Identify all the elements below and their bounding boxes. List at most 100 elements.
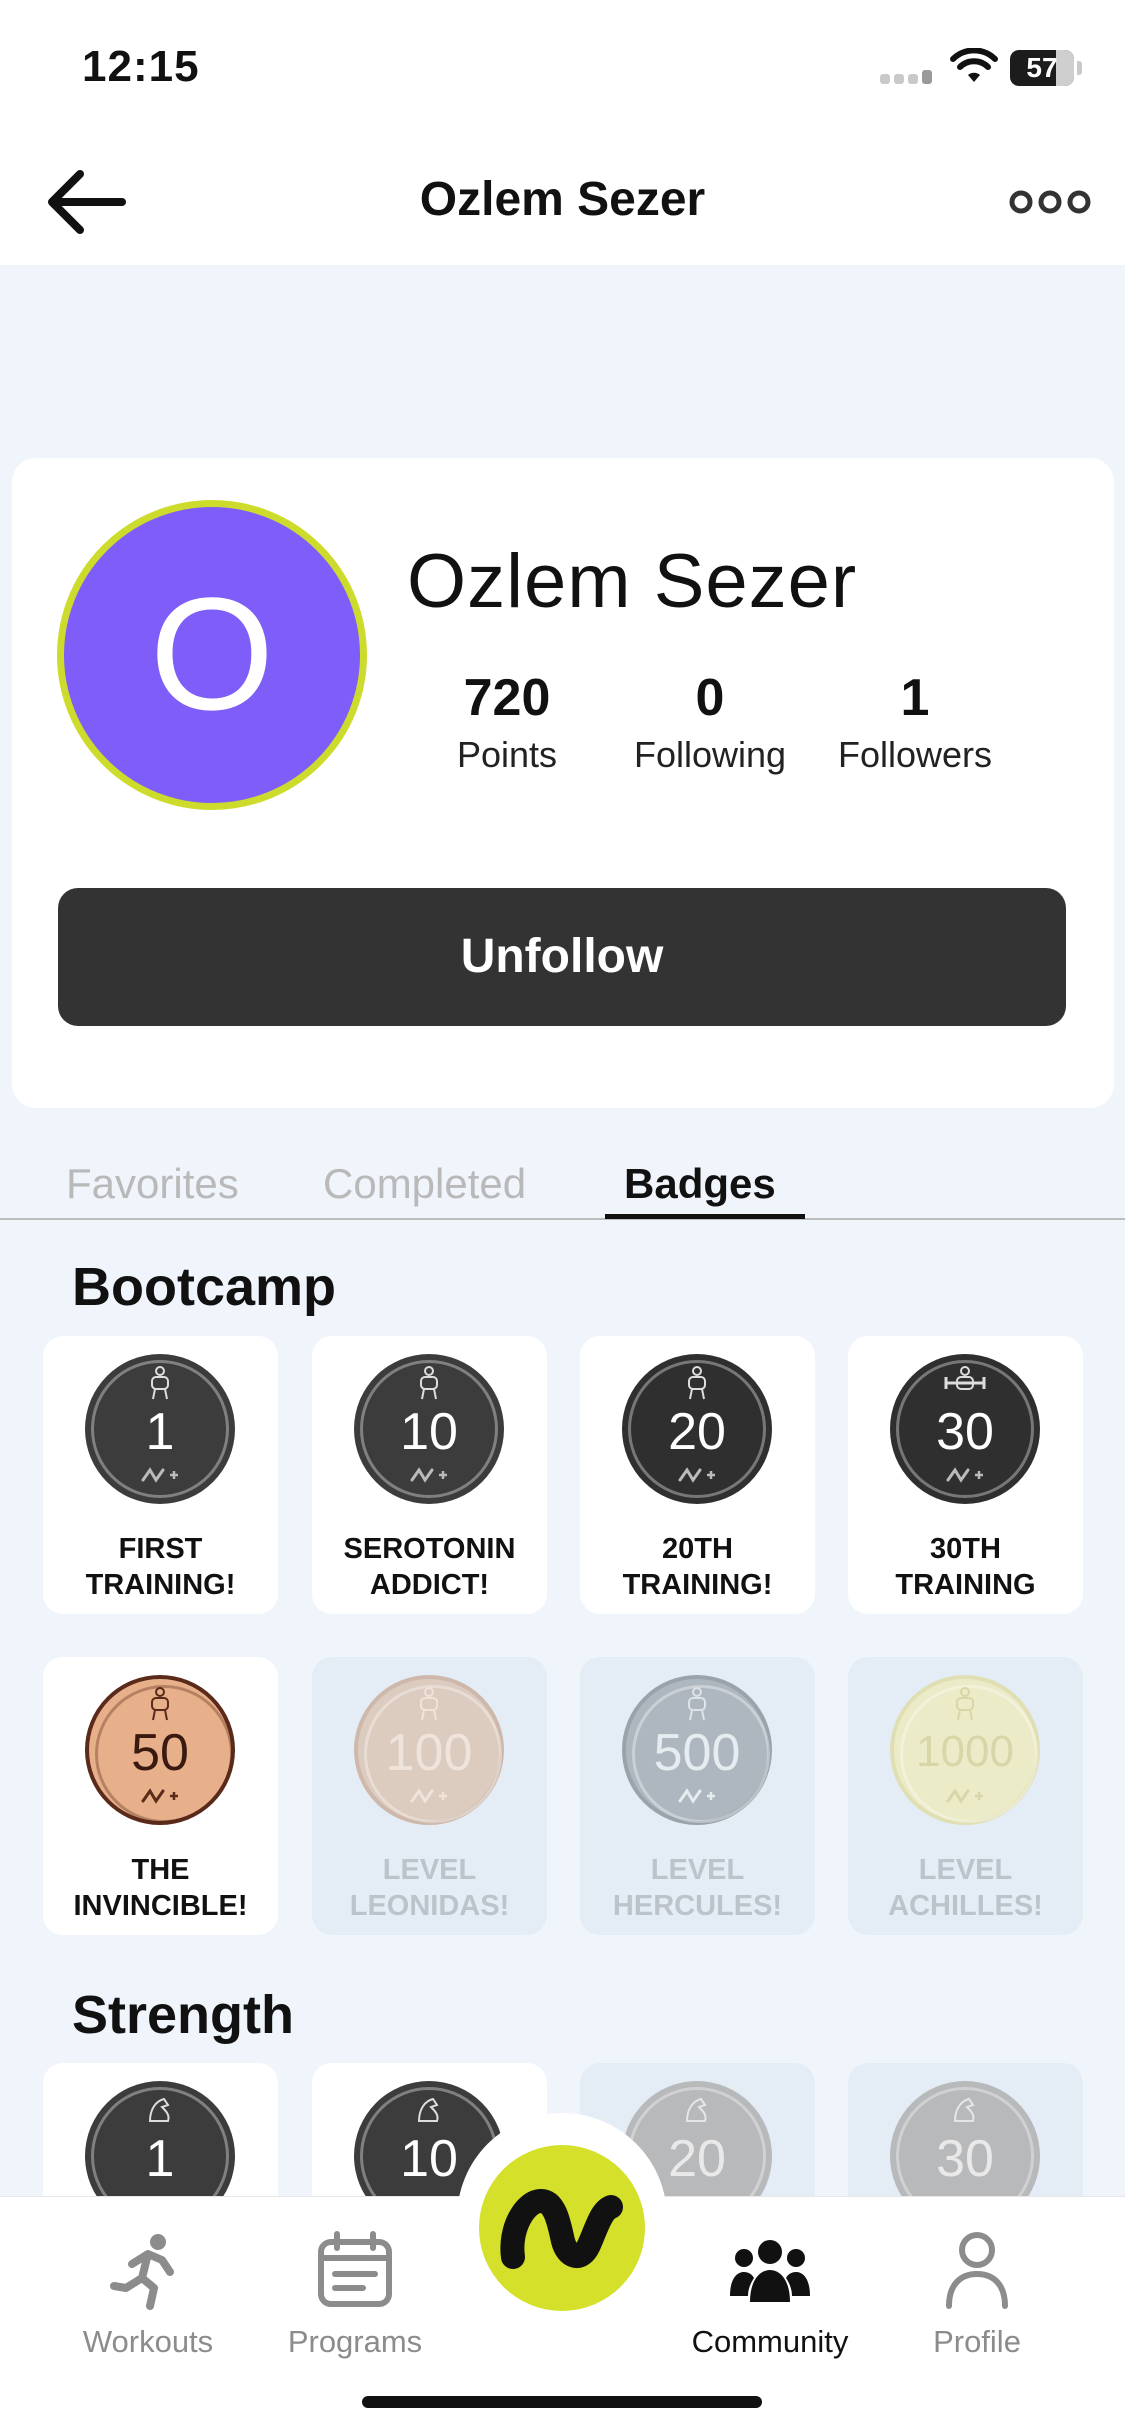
avatar[interactable]: O bbox=[57, 500, 367, 810]
profile-name: Ozlem Sezer bbox=[407, 539, 858, 624]
brand-logo-icon bbox=[946, 1788, 983, 1804]
badge-card-locked[interactable]: 500 LEVEL HERCULES! bbox=[580, 1657, 815, 1935]
stat-followers-value: 1 bbox=[900, 669, 930, 727]
tab-favorites[interactable]: Favorites bbox=[66, 1160, 239, 1208]
badge-number: 1 bbox=[145, 1403, 175, 1461]
badge-card[interactable]: 10 SEROTONIN ADDICT! bbox=[312, 1336, 547, 1614]
lifter-icon bbox=[420, 1687, 438, 1721]
person-icon bbox=[946, 2232, 1008, 2309]
dumbbell-lifter-icon bbox=[944, 1366, 986, 1390]
nav-community[interactable]: Community bbox=[670, 2230, 870, 2360]
lifter-icon bbox=[956, 1687, 974, 1721]
badge-number: 20 bbox=[668, 1403, 726, 1461]
lifter-icon bbox=[151, 1366, 169, 1400]
brand-logo-icon bbox=[410, 1467, 447, 1483]
badge-card[interactable]: 30 30TH TRAINING bbox=[848, 1336, 1083, 1614]
badge-number: 1000 bbox=[916, 1727, 1014, 1776]
badge-card-locked[interactable]: 1000 LEVEL ACHILLES! bbox=[848, 1657, 1083, 1935]
status-time: 12:15 bbox=[82, 42, 200, 91]
stat-following-value: 0 bbox=[695, 669, 725, 727]
profile-card: O Ozlem Sezer 720 Points 0 Following 1 F… bbox=[12, 458, 1114, 1108]
section-title-bootcamp: Bootcamp bbox=[72, 1257, 337, 1317]
nav-profile[interactable]: Profile bbox=[877, 2230, 1077, 2360]
brand-logo-icon bbox=[141, 1788, 178, 1804]
stat-following-label: Following bbox=[633, 734, 787, 775]
flexed-arm-icon bbox=[953, 2097, 975, 2122]
flexed-arm-icon bbox=[148, 2097, 170, 2122]
badge-medal: 100 bbox=[354, 1675, 504, 1825]
running-person-icon bbox=[110, 2234, 174, 2310]
badge-number: 30 bbox=[936, 2130, 994, 2188]
battery-cap bbox=[1077, 61, 1082, 75]
badge-medal: 20 bbox=[622, 1354, 772, 1504]
tab-badges[interactable]: Badges bbox=[624, 1160, 776, 1208]
nav-programs[interactable]: Programs bbox=[255, 2230, 455, 2360]
more-options-icon[interactable] bbox=[1005, 182, 1095, 222]
stat-points: 720 Points bbox=[432, 668, 582, 776]
badge-number: 50 bbox=[131, 1724, 189, 1782]
brand-logo-icon bbox=[410, 1788, 447, 1804]
battery-level: 57 bbox=[1026, 52, 1058, 83]
badge-label: FIRST TRAINING! bbox=[85, 1533, 236, 1601]
battery-icon: 57 bbox=[1010, 50, 1074, 86]
nav-header: Ozlem Sezer bbox=[0, 140, 1125, 265]
nav-workouts-label: Workouts bbox=[82, 2324, 214, 2359]
badge-label: LEVEL LEONIDAS! bbox=[349, 1854, 510, 1922]
avatar-initial: O bbox=[149, 564, 275, 743]
tab-completed[interactable]: Completed bbox=[323, 1160, 526, 1208]
badge-card[interactable]: 20 20TH TRAINING! bbox=[580, 1336, 815, 1614]
nav-profile-label: Profile bbox=[933, 2324, 1021, 2359]
badge-medal: 50 bbox=[85, 1675, 235, 1825]
nav-community-label: Community bbox=[691, 2324, 849, 2359]
badge-medal: 10 bbox=[354, 1354, 504, 1504]
badge-label: THE INVINCIBLE! bbox=[73, 1854, 248, 1922]
section-title-strength: Strength bbox=[72, 1985, 294, 2045]
badge-number: 500 bbox=[653, 1724, 741, 1782]
badge-number: 30 bbox=[936, 1403, 994, 1461]
stat-points-label: Points bbox=[456, 734, 558, 775]
app-logo-button[interactable] bbox=[479, 2145, 645, 2311]
badge-number: 10 bbox=[400, 1403, 458, 1461]
calendar-icon bbox=[318, 2231, 392, 2307]
badge-label: LEVEL HERCULES! bbox=[612, 1854, 783, 1922]
stat-followers[interactable]: 1 Followers bbox=[815, 668, 1015, 776]
brand-logo-icon bbox=[500, 2189, 623, 2269]
badge-card[interactable]: 1 FIRST TRAINING! bbox=[43, 1336, 278, 1614]
lifter-icon bbox=[688, 1366, 706, 1400]
nav-programs-label: Programs bbox=[287, 2324, 423, 2359]
badge-number: 1 bbox=[145, 2130, 175, 2188]
page-title: Ozlem Sezer bbox=[419, 173, 706, 226]
active-tab-indicator bbox=[605, 1214, 805, 1219]
flexed-arm-icon bbox=[685, 2097, 707, 2122]
profile-tabs: Favorites Completed Badges bbox=[0, 1150, 1125, 1220]
badge-number: 100 bbox=[385, 1724, 473, 1782]
people-group-icon bbox=[730, 2240, 810, 2302]
cellular-signal-icon bbox=[880, 70, 940, 84]
lifter-icon bbox=[420, 1366, 438, 1400]
stat-followers-label: Followers bbox=[837, 734, 993, 775]
flexed-arm-icon bbox=[417, 2097, 439, 2122]
wifi-icon bbox=[950, 48, 998, 82]
badge-medal: 1 bbox=[85, 1354, 235, 1504]
badge-label: SEROTONIN ADDICT! bbox=[343, 1533, 516, 1601]
badge-label: 20TH TRAINING! bbox=[622, 1533, 773, 1601]
stat-following[interactable]: 0 Following bbox=[610, 668, 810, 776]
home-indicator bbox=[362, 2396, 762, 2408]
badge-medal: 30 bbox=[890, 1354, 1040, 1504]
brand-logo-icon bbox=[678, 1788, 715, 1804]
badge-card-locked[interactable]: 100 LEVEL LEONIDAS! bbox=[312, 1657, 547, 1935]
brand-logo-icon bbox=[141, 1467, 178, 1483]
nav-workouts[interactable]: Workouts bbox=[48, 2230, 248, 2360]
brand-logo-icon bbox=[678, 1467, 715, 1483]
badge-card[interactable]: 50 THE INVINCIBLE! bbox=[43, 1657, 278, 1935]
unfollow-button[interactable]: Unfollow bbox=[58, 888, 1066, 1026]
badge-label: 30TH TRAINING bbox=[895, 1533, 1036, 1601]
stat-points-value: 720 bbox=[463, 669, 551, 727]
lifter-icon bbox=[151, 1687, 169, 1721]
badge-medal: 500 bbox=[622, 1675, 772, 1825]
status-bar: 12:15 57 bbox=[0, 0, 1125, 140]
brand-logo-icon bbox=[946, 1467, 983, 1483]
badge-label: LEVEL ACHILLES! bbox=[888, 1854, 1043, 1922]
badge-medal: 1000 bbox=[890, 1675, 1040, 1825]
lifter-icon bbox=[688, 1687, 706, 1721]
